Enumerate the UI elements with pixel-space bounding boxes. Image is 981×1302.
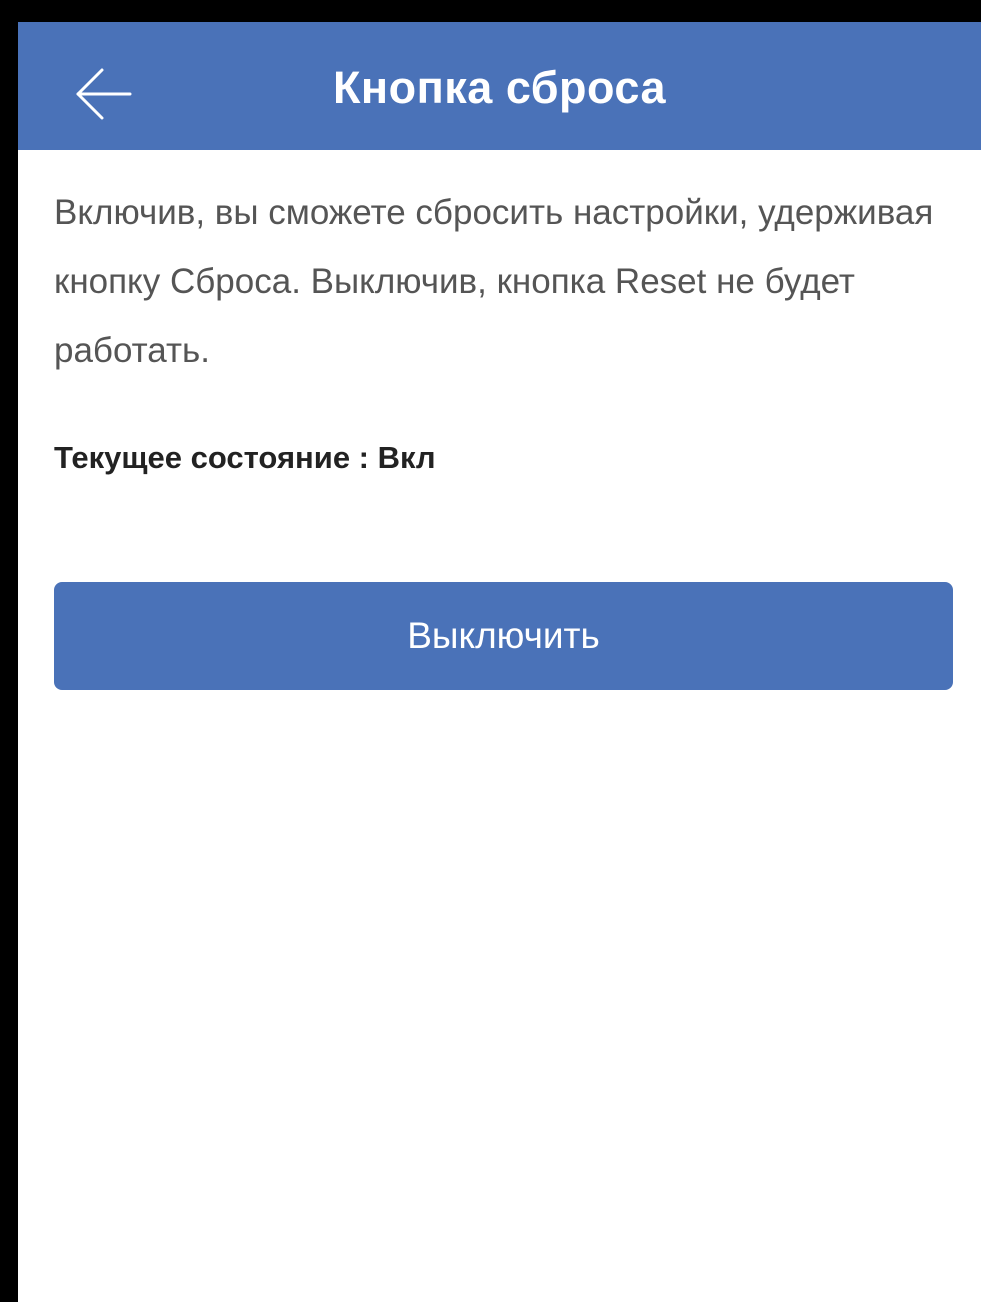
status-label: Текущее состояние : — [54, 440, 369, 475]
current-status: Текущее состояние : Вкл — [54, 440, 436, 476]
description-text: Включив, вы сможете сбросить настройки, … — [54, 193, 934, 370]
disable-button[interactable]: Выключить — [54, 582, 953, 690]
app-header: Кнопка сброса — [18, 22, 981, 150]
status-value: Вкл — [377, 440, 436, 475]
page-title: Кнопка сброса — [332, 62, 667, 113]
